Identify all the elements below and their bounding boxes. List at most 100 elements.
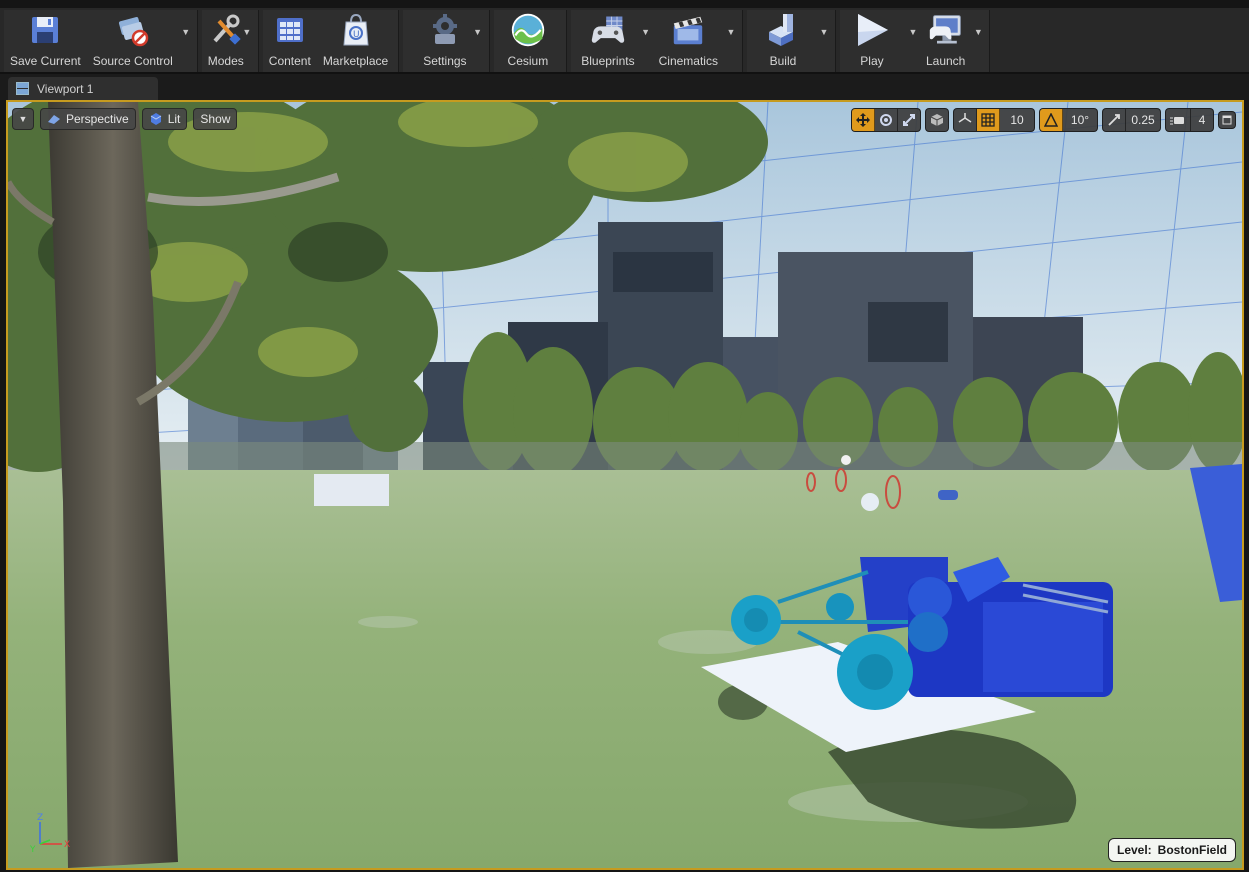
save-current-label: Save Current: [10, 54, 81, 68]
lit-sphere-icon: [150, 113, 161, 125]
settings-button[interactable]: Settings: [403, 10, 480, 72]
transform-mode-group: [851, 108, 921, 132]
marketplace-button[interactable]: U Marketplace: [317, 10, 394, 72]
level-name-badge: Level: BostonField: [1107, 838, 1236, 862]
tools-icon: [208, 12, 244, 48]
content-browser-icon: [272, 12, 308, 48]
source-control-dropdown-arrow[interactable]: ▼: [179, 10, 193, 72]
lit-label: Lit: [167, 112, 181, 126]
build-blocks-icon: [765, 12, 801, 48]
play-label: Play: [860, 54, 884, 68]
cesium-label: Cesium: [507, 54, 549, 68]
camera-speed-group: 4: [1165, 108, 1214, 132]
settings-label: Settings: [423, 54, 467, 68]
grid-snap-group: 10: [953, 108, 1035, 132]
cinematics-button[interactable]: Cinematics: [653, 10, 724, 72]
launch-monitor-icon: [928, 12, 964, 48]
scale-snap-icon: [1108, 114, 1120, 126]
scale-mode-button[interactable]: [898, 109, 920, 131]
modes-button[interactable]: Modes: [202, 10, 250, 72]
scale-snap-toggle[interactable]: [1103, 109, 1126, 131]
blueprints-label: Blueprints: [581, 54, 635, 68]
source-control-label: Source Control: [92, 54, 173, 68]
viewport-icon: [16, 82, 29, 95]
perspective-button[interactable]: Perspective: [40, 108, 136, 130]
cesium-button[interactable]: Cesium: [494, 10, 563, 72]
tab-viewport-1[interactable]: Viewport 1: [8, 77, 158, 100]
chevron-down-icon: ▼: [181, 27, 191, 37]
coordinate-space-group: [925, 108, 949, 132]
surface-snap-button[interactable]: [954, 109, 977, 131]
build-label: Build: [769, 54, 797, 68]
angle-icon: [1044, 113, 1058, 127]
axis-x-label: X: [64, 840, 70, 850]
svg-text:U: U: [353, 30, 360, 40]
grid-snap-value[interactable]: 10: [1000, 109, 1034, 131]
translate-mode-button[interactable]: [852, 109, 875, 131]
grid-icon: [981, 113, 995, 127]
camera-speed-button[interactable]: [1166, 109, 1191, 131]
content-label: Content: [268, 54, 311, 68]
build-button[interactable]: Build: [747, 10, 817, 72]
toolbar-group-cesium: Cesium: [493, 10, 568, 72]
toolbar-group-save: Save Current Source Control ▼: [4, 10, 198, 72]
world-local-toggle[interactable]: [926, 109, 948, 131]
maximize-viewport-button[interactable]: [1219, 112, 1235, 128]
viewport-scene[interactable]: [8, 102, 1242, 868]
level-viewport[interactable]: ▼ Perspective Lit Show 10 10° 0.25 4 Z X…: [6, 100, 1244, 870]
chevron-down-icon: ▼: [726, 27, 736, 37]
source-control-button[interactable]: Source Control: [87, 10, 179, 72]
build-dropdown-arrow[interactable]: ▼: [817, 10, 831, 72]
cinematics-dropdown-arrow[interactable]: ▼: [724, 10, 738, 72]
axis-y-label: Y: [29, 845, 36, 852]
rotate-icon: [880, 114, 892, 126]
rotate-mode-button[interactable]: [875, 109, 898, 131]
content-button[interactable]: Content: [263, 10, 317, 72]
wheel-rear-left: [731, 595, 781, 645]
lit-button[interactable]: Lit: [141, 108, 188, 130]
rotation-snap-group: 10°: [1039, 108, 1098, 132]
launch-label: Launch: [925, 54, 966, 68]
floppy-disk-icon: [27, 12, 63, 48]
toolbar-group-play: Play ▼ Launch ▼: [839, 10, 991, 72]
chevron-down-icon: ▼: [819, 27, 829, 37]
scale-snap-group: 0.25: [1102, 108, 1161, 132]
launch-button[interactable]: Launch: [920, 10, 971, 72]
viewport-options-button[interactable]: ▼: [12, 108, 34, 130]
marketplace-bag-icon: U: [338, 12, 374, 48]
maximize-icon: [1222, 115, 1232, 125]
toolbar-group-settings: Settings ▼: [403, 10, 490, 72]
toolbar-group-modes: Modes ▼: [201, 10, 259, 72]
launch-dropdown-arrow[interactable]: ▼: [971, 10, 985, 72]
play-dropdown-arrow[interactable]: ▼: [906, 10, 920, 72]
save-current-button[interactable]: Save Current: [4, 10, 87, 72]
marketplace-label: Marketplace: [322, 54, 389, 68]
chevron-down-icon: ▼: [973, 27, 983, 37]
viewport-tab-bar: Viewport 1: [0, 74, 1249, 100]
toolbar-group-blueprints: Blueprints ▼ Cinematics ▼: [571, 10, 743, 72]
perspective-icon: [48, 115, 60, 124]
camera-speed-value[interactable]: 4: [1191, 109, 1213, 131]
chevron-down-icon: ▼: [18, 114, 28, 124]
play-button[interactable]: Play: [840, 10, 906, 72]
chevron-down-icon: ▼: [641, 27, 651, 37]
grid-snap-toggle[interactable]: [977, 109, 1000, 131]
scale-snap-value[interactable]: 0.25: [1126, 109, 1160, 131]
axis-gizmo: Z X Y: [29, 813, 70, 852]
show-button[interactable]: Show: [193, 108, 238, 130]
axis-z-label: Z: [37, 813, 43, 823]
show-label: Show: [200, 112, 231, 126]
rotation-snap-toggle[interactable]: [1040, 109, 1063, 131]
perspective-label: Perspective: [66, 112, 129, 126]
blueprints-button[interactable]: Blueprints: [571, 10, 638, 72]
cesium-globe-icon: [510, 12, 546, 48]
tab-label: Viewport 1: [37, 81, 94, 96]
rotation-snap-value[interactable]: 10°: [1063, 109, 1097, 131]
blueprints-dropdown-arrow[interactable]: ▼: [639, 10, 653, 72]
viewport-left-controls: ▼ Perspective Lit Show: [12, 108, 238, 130]
level-name: BostonField: [1157, 843, 1227, 857]
viewport-right-controls: 10 10° 0.25 4: [851, 108, 1236, 132]
play-icon: [854, 12, 890, 48]
main-toolbar: Save Current Source Control ▼ Modes ▼ Co…: [0, 0, 1249, 74]
gamepad-blueprint-icon: [590, 12, 626, 48]
